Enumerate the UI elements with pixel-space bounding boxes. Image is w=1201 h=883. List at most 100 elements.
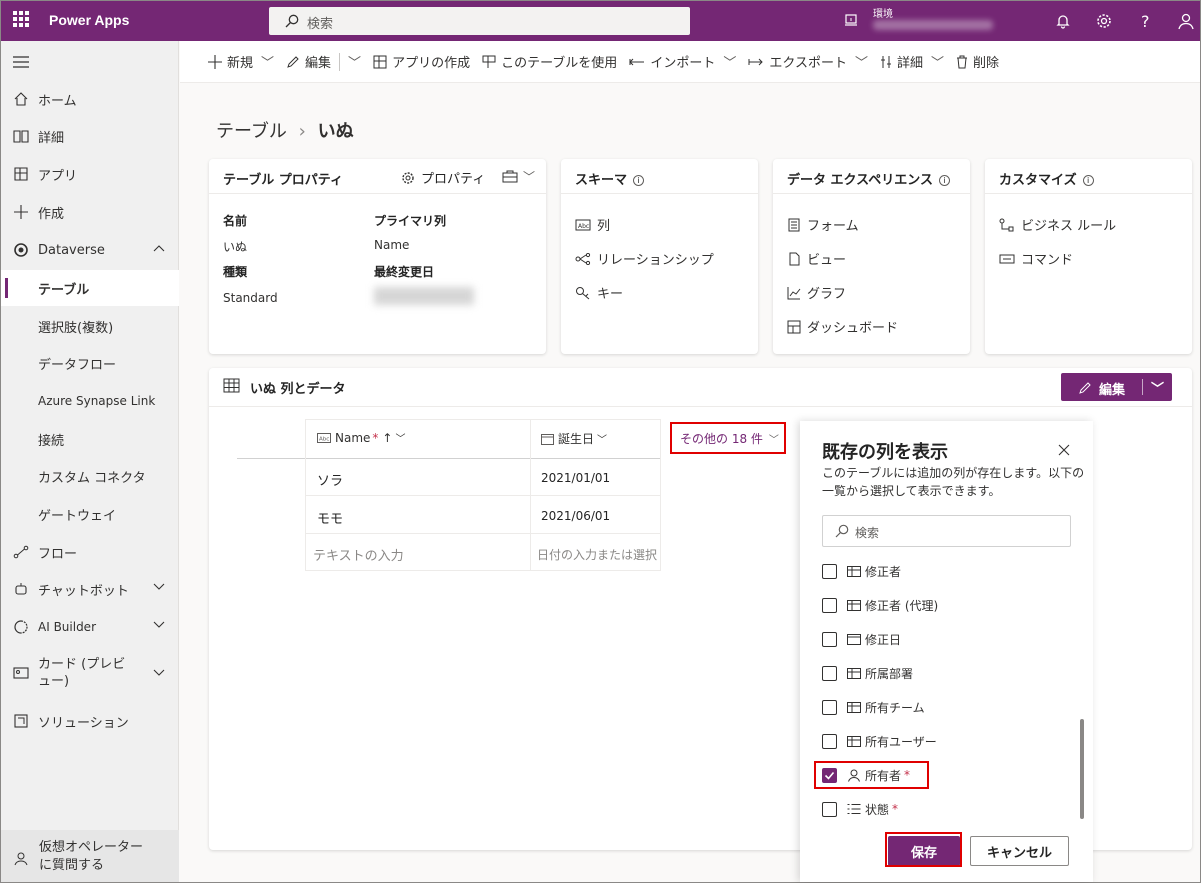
- app-launcher-icon[interactable]: [13, 11, 29, 27]
- chevron-down-icon: ﹀: [854, 56, 868, 71]
- primary-column-value: Name: [374, 238, 410, 252]
- bell-icon[interactable]: [1053, 11, 1073, 31]
- column-header-birthday[interactable]: 誕生日 ﹀: [541, 430, 607, 447]
- forms-link[interactable]: フォーム: [787, 215, 859, 234]
- cell-birthday[interactable]: 2021/06/01: [541, 509, 610, 523]
- column-option-owning-business-unit[interactable]: 所属部署: [822, 661, 913, 685]
- nav-item-azure-synapse-link[interactable]: Azure Synapse Link: [1, 383, 179, 419]
- nav-item-choices[interactable]: 選択肢(複数): [1, 308, 179, 344]
- details-button[interactable]: 詳細 ﹀: [880, 52, 944, 71]
- environment-picker[interactable]: 環境: [843, 8, 1003, 36]
- section-edit-button[interactable]: 編集 ﹀: [1061, 373, 1172, 401]
- use-table-button[interactable]: このテーブルを使用: [482, 52, 617, 71]
- nav-item-flows[interactable]: フロー: [1, 534, 179, 570]
- column-option-owning-team[interactable]: 所有チーム: [822, 695, 925, 719]
- close-icon[interactable]: [1058, 444, 1070, 456]
- chevron-down-icon[interactable]: ﹀: [348, 52, 361, 71]
- breadcrumb-parent[interactable]: テーブル: [216, 121, 287, 142]
- briefcase-icon[interactable]: [502, 170, 518, 183]
- nav-item-solutions[interactable]: ソリューション: [1, 703, 179, 739]
- column-header-name[interactable]: Abc Name * ↑ ﹀: [317, 430, 405, 445]
- nav-item-connections[interactable]: 接続: [1, 421, 179, 457]
- columns-link[interactable]: Abc 列: [575, 215, 610, 234]
- properties-button[interactable]: プロパティ: [401, 168, 485, 187]
- charts-link[interactable]: グラフ: [787, 283, 846, 302]
- create-app-button[interactable]: アプリの作成: [373, 52, 470, 71]
- relationships-link[interactable]: リレーションシップ: [575, 249, 714, 268]
- nav-label: 接続: [38, 433, 65, 449]
- hamburger-icon[interactable]: [13, 56, 29, 68]
- option-label: 修正者: [865, 564, 902, 579]
- cell-name[interactable]: モモ: [317, 508, 343, 527]
- nav-item-learn[interactable]: 詳細: [1, 118, 179, 154]
- nav-item-gateways[interactable]: ゲートウェイ: [1, 496, 179, 532]
- customizations-card: カスタマイズ i ビジネス ルール コマンド: [985, 159, 1192, 354]
- data-experiences-title: データ エクスペリエンス: [787, 173, 933, 188]
- column-option-owning-user[interactable]: 所有ユーザー: [822, 729, 937, 753]
- edit-button[interactable]: 編集: [286, 52, 331, 71]
- chevron-down-icon: ﹀: [723, 56, 737, 71]
- column-option-modified-by[interactable]: 修正者: [822, 559, 901, 583]
- checkbox[interactable]: [822, 733, 837, 749]
- cancel-button[interactable]: キャンセル: [970, 836, 1069, 866]
- column-option-modified-on[interactable]: 修正日: [822, 627, 901, 651]
- calendar-icon: [847, 634, 861, 645]
- import-button[interactable]: インポート ﹀: [629, 52, 736, 71]
- info-icon[interactable]: i: [1082, 175, 1094, 186]
- virtual-agent-button[interactable]: 仮想オペレーターに質問する: [1, 830, 179, 882]
- export-button[interactable]: エクスポート ﹀: [748, 52, 868, 71]
- nav-item-cards[interactable]: カード (プレビュー): [1, 648, 179, 698]
- type-value: Standard: [223, 291, 278, 305]
- user-avatar-icon[interactable]: [1176, 11, 1196, 31]
- ai-builder-icon: [14, 620, 28, 634]
- info-icon[interactable]: i: [633, 175, 645, 186]
- checkbox[interactable]: [822, 563, 837, 579]
- business-rules-link[interactable]: ビジネス ルール: [999, 215, 1116, 234]
- new-row-date-input[interactable]: 日付の入力または選択: [537, 546, 659, 563]
- option-label: 所有チーム: [865, 700, 925, 715]
- gear-icon[interactable]: [1094, 11, 1114, 31]
- commands-link[interactable]: コマンド: [999, 249, 1073, 268]
- delete-button[interactable]: 削除: [956, 52, 999, 71]
- panel-search-box[interactable]: 検索: [822, 515, 1071, 547]
- chevron-down-icon[interactable]: ﹀: [523, 168, 535, 185]
- search-box[interactable]: 検索: [269, 7, 690, 35]
- nav-item-apps[interactable]: アプリ: [1, 156, 179, 192]
- panel-scrollbar[interactable]: [1080, 719, 1084, 819]
- nav-item-ai-builder[interactable]: AI Builder: [1, 609, 179, 645]
- cell-name[interactable]: ソラ: [317, 470, 343, 489]
- table-use-icon: [482, 55, 496, 68]
- new-row-name-input[interactable]: テキストの入力: [313, 545, 404, 564]
- app-title[interactable]: Power Apps: [49, 12, 129, 28]
- nav-label: カスタム コネクタ: [38, 470, 146, 486]
- nav-item-custom-connectors[interactable]: カスタム コネクタ: [1, 458, 179, 494]
- chevron-down-icon[interactable]: ﹀: [1151, 378, 1164, 397]
- nav-item-chatbots[interactable]: チャットボット: [1, 571, 179, 607]
- lookup-icon: [847, 735, 861, 747]
- nav-item-dataflows[interactable]: データフロー: [1, 345, 179, 381]
- data-experiences-card: データ エクスペリエンス i フォーム ビュー グラフ ダッシュボード: [773, 159, 970, 354]
- checkbox[interactable]: [822, 801, 837, 817]
- new-button[interactable]: 新規 ﹀: [208, 52, 274, 71]
- checkbox[interactable]: [822, 699, 837, 715]
- virtual-agent-icon: [14, 852, 28, 866]
- relationships-label: リレーションシップ: [597, 253, 714, 268]
- last-modified-value-blurred: [374, 287, 474, 305]
- info-icon[interactable]: i: [938, 175, 950, 186]
- cell-birthday[interactable]: 2021/01/01: [541, 471, 610, 485]
- checkbox[interactable]: [822, 597, 837, 613]
- keys-link[interactable]: キー: [575, 283, 623, 302]
- chart-icon: [787, 286, 801, 299]
- checkbox[interactable]: [822, 665, 837, 681]
- nav-item-create[interactable]: 作成: [1, 194, 179, 230]
- column-option-status[interactable]: 状態 *: [822, 797, 898, 821]
- nav-label: ホーム: [38, 93, 77, 109]
- column-option-modified-by-delegate[interactable]: 修正者 (代理): [822, 593, 938, 617]
- dashboards-link[interactable]: ダッシュボード: [787, 317, 898, 336]
- help-icon[interactable]: ?: [1136, 11, 1156, 31]
- checkbox[interactable]: [822, 631, 837, 647]
- views-link[interactable]: ビュー: [787, 249, 846, 268]
- nav-item-dataverse[interactable]: Dataverse: [1, 232, 179, 268]
- nav-item-home[interactable]: ホーム: [1, 81, 179, 117]
- nav-item-tables[interactable]: テーブル: [1, 270, 179, 306]
